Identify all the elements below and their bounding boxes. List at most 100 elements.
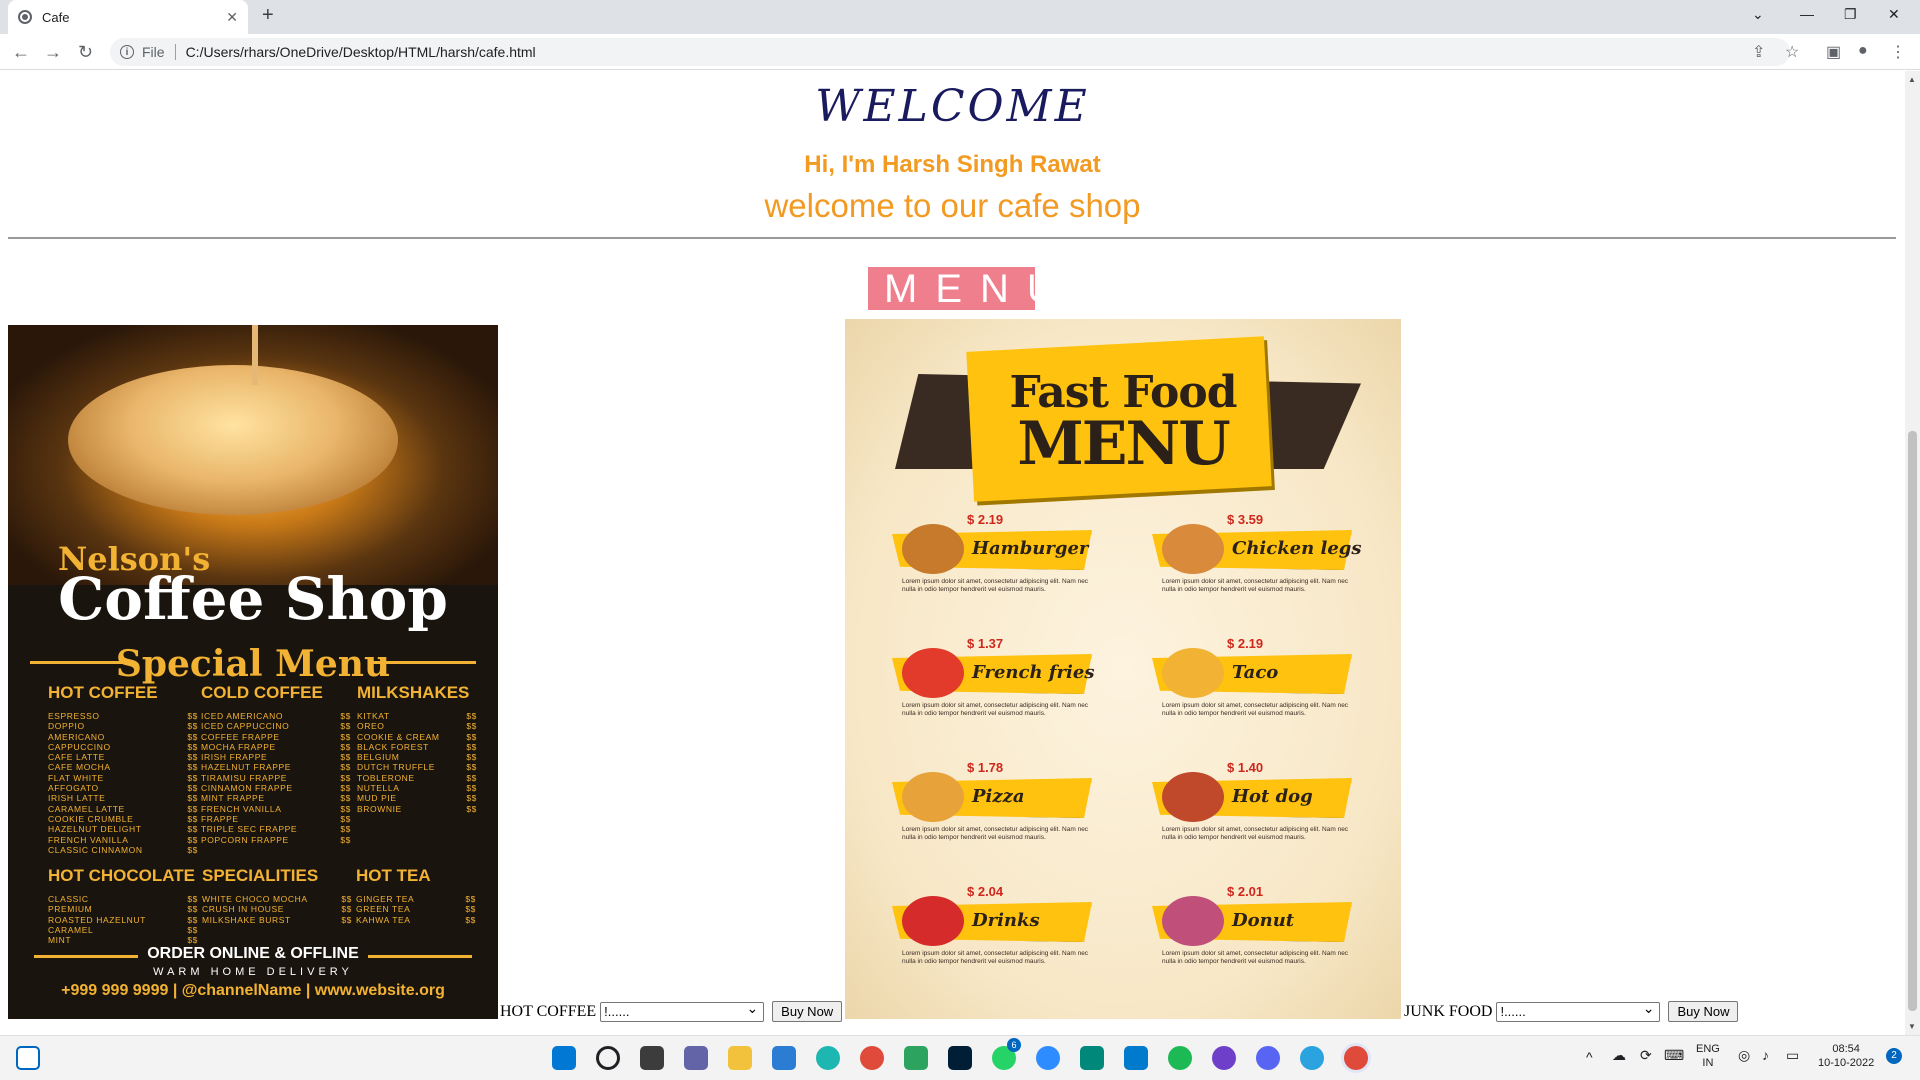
order-text: ORDER ONLINE & OFFLINE xyxy=(147,945,359,962)
search-icon[interactable] xyxy=(596,1046,620,1070)
hot-coffee-order: HOT COFFEE !...... Buy Now xyxy=(500,1000,843,1022)
task-view-icon[interactable] xyxy=(640,1046,664,1070)
close-window-button[interactable]: ✕ xyxy=(1888,6,1900,23)
minimize-button[interactable]: — xyxy=(1800,6,1814,22)
address-url[interactable]: C:/Users/rhars/OneDrive/Desktop/HTML/har… xyxy=(186,44,536,60)
menu-item-price: $$ xyxy=(187,834,198,845)
onedrive-icon[interactable]: ☁ xyxy=(1612,1048,1626,1062)
spotify-icon[interactable] xyxy=(1168,1046,1192,1070)
page-viewport: WELCOME Hi, I'm Harsh Singh Rawat welcom… xyxy=(0,71,1905,1035)
language-code: ENG xyxy=(1696,1043,1720,1055)
teams-chat-icon[interactable] xyxy=(684,1046,708,1070)
menu-item: KITKAT $$ xyxy=(357,711,477,721)
photoshop-icon[interactable] xyxy=(948,1046,972,1070)
delivery-text: WARM HOME DELIVERY xyxy=(153,966,353,978)
whatsapp-icon[interactable]: 6 xyxy=(992,1038,1021,1070)
widgets-icon[interactable] xyxy=(16,1046,40,1070)
menu-item: DUTCH TRUFFLE $$ xyxy=(357,762,477,772)
clock[interactable]: 08:54 10-10-2022 xyxy=(1818,1042,1874,1070)
menu-item-name: MUD PIE xyxy=(357,793,397,804)
fastfood-item-price: $ 2.01 xyxy=(1227,884,1264,899)
info-icon[interactable]: i xyxy=(120,45,134,59)
menu-item-price: $$ xyxy=(187,752,198,763)
store-icon[interactable] xyxy=(772,1046,796,1070)
menu-item-name: DOPPIO xyxy=(48,721,85,732)
fastfood-item-name: French fries xyxy=(972,662,1095,683)
menu-item-price: $$ xyxy=(340,731,351,742)
menu-item-price: $$ xyxy=(187,711,198,721)
discord-icon[interactable] xyxy=(1256,1046,1280,1070)
menu-item: COFFEE FRAPPE $$ xyxy=(201,732,351,742)
menu-item-name: IRISH LATTE xyxy=(48,793,106,804)
restore-button[interactable]: ❐ xyxy=(1844,6,1857,23)
volume-icon[interactable]: ♪ xyxy=(1762,1048,1769,1062)
share-icon[interactable]: ⇪ xyxy=(1752,42,1765,62)
telegram-icon[interactable] xyxy=(1300,1046,1324,1070)
junk-food-select[interactable]: !...... xyxy=(1496,1000,1661,1022)
menu-item-name: CAPPUCCINO xyxy=(48,741,111,752)
menu-item-price: $$ xyxy=(466,783,477,794)
notification-badge[interactable]: 2 xyxy=(1886,1048,1902,1064)
scroll-thumb[interactable] xyxy=(1908,431,1917,1011)
side-panel-icon[interactable]: ▣ xyxy=(1826,42,1841,62)
fastfood-item-picture xyxy=(902,648,964,698)
chrome-active-icon[interactable] xyxy=(1344,1046,1368,1070)
close-tab-icon[interactable]: ✕ xyxy=(226,9,238,26)
back-icon[interactable]: ← xyxy=(12,42,30,63)
menu-item-name: COOKIE & CREAM xyxy=(357,731,440,742)
language-indicator[interactable]: ENG IN xyxy=(1696,1042,1720,1070)
fastfood-item-description: Lorem ipsum dolor sit amet, consectetur … xyxy=(902,578,1089,593)
scroll-down-icon[interactable]: ▼ xyxy=(1908,1022,1916,1031)
forward-icon[interactable]: → xyxy=(44,42,62,63)
tray-overflow-icon[interactable]: ^ xyxy=(1586,1050,1593,1064)
junk-food-buy-button[interactable]: Buy Now xyxy=(1668,1001,1739,1022)
fastfood-item-name: Taco xyxy=(1232,662,1279,683)
menu-item: GINGER TEA $$ xyxy=(356,894,476,904)
app-icon[interactable] xyxy=(904,1046,928,1070)
menu-item-price: $$ xyxy=(340,772,351,783)
menu-item-name: COOKIE CRUMBLE xyxy=(48,813,134,824)
menu-item-name: AMERICANO xyxy=(48,731,105,742)
menu-item-name: CRUSH IN HOUSE xyxy=(202,904,285,915)
file-explorer-icon[interactable] xyxy=(728,1046,752,1070)
menu-item-price: $$ xyxy=(187,793,198,804)
menu-section-hot-chocolate: HOT CHOCOLATE CLASSIC $$ PREMIUM $$ ROASTED H… xyxy=(48,866,198,945)
menu-item: CLASSIC CINNAMON $$ xyxy=(48,845,198,855)
edge-icon[interactable] xyxy=(816,1046,840,1070)
new-tab-button[interactable]: + xyxy=(262,4,274,27)
fastfood-menu-poster: Fast Food MENU $ 2.19 Hamburger Lorem ipsu… xyxy=(845,319,1401,1019)
chrome-icon[interactable] xyxy=(860,1046,884,1070)
hot-coffee-buy-button[interactable]: Buy Now xyxy=(772,1001,843,1022)
address-bar[interactable]: i File C:/Users/rhars/OneDrive/Desktop/H… xyxy=(110,38,1790,66)
menu-item-name: FLAT WHITE xyxy=(48,772,104,783)
vscode-icon[interactable] xyxy=(1124,1046,1148,1070)
menu-item-name: ROASTED HAZELNUT xyxy=(48,914,146,925)
menu-item-name: ESPRESSO xyxy=(48,711,100,721)
tab-search-icon[interactable]: ⌄ xyxy=(1752,6,1764,23)
menu-item-price: $$ xyxy=(466,731,477,742)
sync-icon[interactable]: ⟳ xyxy=(1640,1048,1652,1062)
menu-item: CAFE LATTE $$ xyxy=(48,752,198,762)
battery-icon[interactable]: ▭ xyxy=(1786,1048,1799,1062)
network-icon[interactable]: ◎ xyxy=(1738,1048,1750,1062)
hot-coffee-select[interactable]: !...... xyxy=(600,1000,765,1022)
github-icon[interactable] xyxy=(1212,1046,1236,1070)
bookmark-star-icon[interactable]: ☆ xyxy=(1785,42,1799,62)
meet-icon[interactable] xyxy=(1080,1046,1104,1070)
kebab-menu-icon[interactable]: ⋮ xyxy=(1890,42,1906,62)
keyboard-icon[interactable]: ⌨ xyxy=(1664,1048,1684,1062)
browser-tab[interactable]: Cafe ✕ xyxy=(8,0,248,34)
zoom-icon[interactable] xyxy=(1036,1046,1060,1070)
menu-item: FLAT WHITE $$ xyxy=(48,773,198,783)
start-icon[interactable] xyxy=(552,1046,576,1070)
coffee-menu-poster: Nelson's Coffee Shop Special Menu HOT CO… xyxy=(8,325,498,1019)
profile-avatar-icon[interactable]: ● xyxy=(1858,42,1868,60)
menu-item: MUD PIE $$ xyxy=(357,793,477,803)
scroll-up-icon[interactable]: ▲ xyxy=(1908,75,1916,84)
menu-item: KAHWA TEA $$ xyxy=(356,915,476,925)
poster-title: Coffee Shop xyxy=(58,565,448,633)
menu-item: TRIPLE SEC FRAPPE $$ xyxy=(201,824,351,834)
page-scrollbar[interactable]: ▲ ▼ xyxy=(1905,71,1920,1035)
fastfood-item-price: $ 1.37 xyxy=(967,636,1004,651)
reload-icon[interactable]: ↻ xyxy=(78,42,93,63)
